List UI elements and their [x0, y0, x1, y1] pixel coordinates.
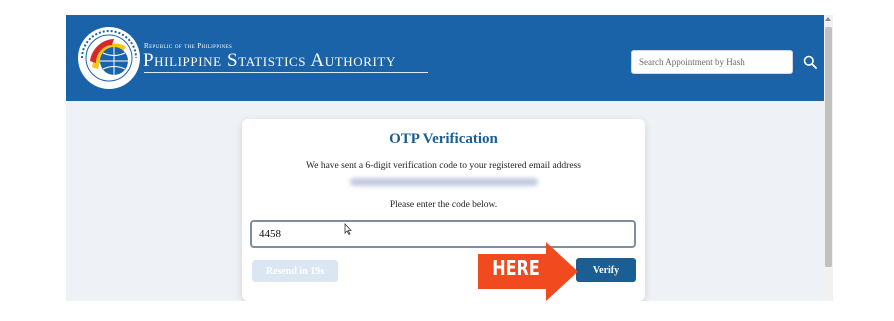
redacted-email — [350, 178, 538, 186]
search-button[interactable] — [800, 53, 820, 73]
otp-message: We have sent a 6-digit verification code… — [306, 161, 581, 171]
site-header: Republic of the Philippines Philippine S… — [66, 15, 824, 101]
psa-seal-icon[interactable] — [76, 25, 142, 91]
brand-title: Philippine Statistics Authority — [143, 50, 396, 71]
brand-underline — [144, 72, 428, 73]
page-scrollbar[interactable] — [824, 15, 833, 301]
search-icon — [803, 55, 817, 69]
otp-title: OTP Verification — [389, 131, 498, 147]
search-appointment-input[interactable] — [631, 50, 793, 74]
otp-prompt: Please enter the code below. — [389, 200, 498, 210]
otp-code-input[interactable] — [250, 220, 636, 248]
otp-verification-card: OTP Verification We have sent a 6-digit … — [242, 119, 645, 301]
here-callout-label: HERE — [492, 256, 540, 280]
browser-viewport: Republic of the Philippines Philippine S… — [66, 15, 824, 301]
verify-button[interactable]: Verify — [576, 258, 636, 282]
brand-subtitle: Republic of the Philippines — [144, 42, 233, 50]
scrollbar-thumb[interactable] — [825, 27, 832, 267]
scroll-up-arrow-icon[interactable] — [825, 17, 831, 21]
resend-code-button[interactable]: Resend in 19s — [252, 260, 338, 282]
